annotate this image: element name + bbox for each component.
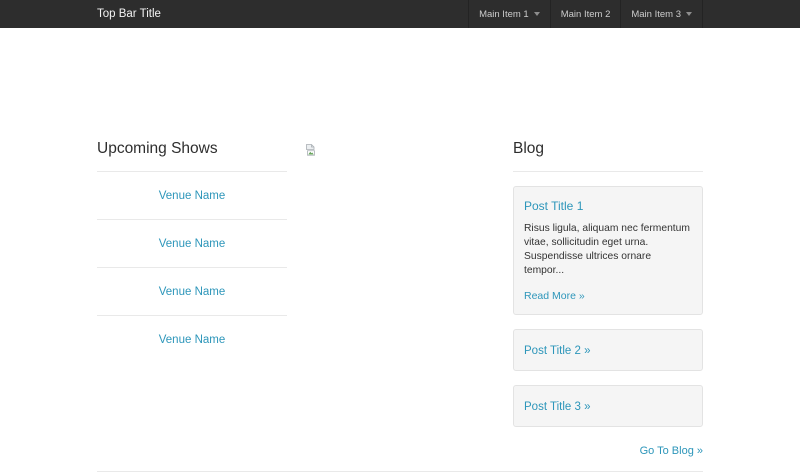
venue-list: Venue Name Venue Name Venue Name Venue N… bbox=[97, 172, 287, 364]
venue-link[interactable]: Venue Name bbox=[159, 286, 226, 298]
post-title-link[interactable]: Post Title 2 » bbox=[524, 345, 590, 357]
upcoming-shows-section: Upcoming Shows Venue Name Venue Name Ven… bbox=[97, 140, 287, 459]
post-excerpt: Risus ligula, aliquam nec fermentum vita… bbox=[524, 223, 690, 276]
topbar-title[interactable]: Top Bar Title bbox=[97, 0, 161, 28]
blog-section: Blog Post Title 1 Risus ligula, aliquam … bbox=[513, 140, 703, 459]
main-content: Upcoming Shows Venue Name Venue Name Ven… bbox=[97, 140, 703, 459]
nav-item-label: Main Item 3 bbox=[631, 8, 681, 20]
blog-post-card: Post Title 2 » bbox=[513, 329, 703, 371]
upcoming-shows-heading: Upcoming Shows bbox=[97, 140, 218, 157]
venue-link[interactable]: Venue Name bbox=[159, 238, 226, 250]
top-navbar: Top Bar Title Main Item 1 Main Item 2 Ma… bbox=[0, 0, 800, 28]
list-item: Venue Name bbox=[97, 268, 287, 316]
nav-item-label: Main Item 2 bbox=[560, 8, 611, 20]
post-title-link[interactable]: Post Title 3 » bbox=[524, 401, 590, 413]
blog-heading: Blog bbox=[513, 140, 545, 157]
venue-link[interactable]: Venue Name bbox=[159, 334, 226, 346]
nav-item-main-2[interactable]: Main Item 2 bbox=[549, 0, 621, 28]
list-item: Venue Name bbox=[97, 172, 287, 220]
list-item: Venue Name bbox=[97, 220, 287, 268]
broken-image-icon bbox=[305, 144, 316, 156]
middle-image-column bbox=[305, 140, 495, 459]
chevron-down-icon bbox=[686, 12, 692, 16]
heading-divider bbox=[513, 171, 703, 172]
list-item: Venue Name bbox=[97, 316, 287, 364]
chevron-down-icon bbox=[533, 12, 540, 16]
blog-post-card: Post Title 1 Risus ligula, aliquam nec f… bbox=[513, 186, 703, 315]
nav-item-main-1[interactable]: Main Item 1 bbox=[468, 0, 550, 28]
read-more-link[interactable]: Read More » bbox=[524, 290, 585, 302]
post-title-link[interactable]: Post Title 1 bbox=[524, 199, 583, 213]
blog-post-card: Post Title 3 » bbox=[513, 385, 703, 427]
go-to-blog-link[interactable]: Go To Blog » bbox=[640, 445, 703, 457]
nav-item-label: Main Item 1 bbox=[479, 8, 529, 20]
venue-link[interactable]: Venue Name bbox=[159, 190, 226, 202]
main-nav: Main Item 1 Main Item 2 Main Item 3 bbox=[468, 0, 703, 28]
go-to-blog-row: Go To Blog » bbox=[513, 441, 703, 459]
nav-item-main-3[interactable]: Main Item 3 bbox=[620, 0, 703, 28]
